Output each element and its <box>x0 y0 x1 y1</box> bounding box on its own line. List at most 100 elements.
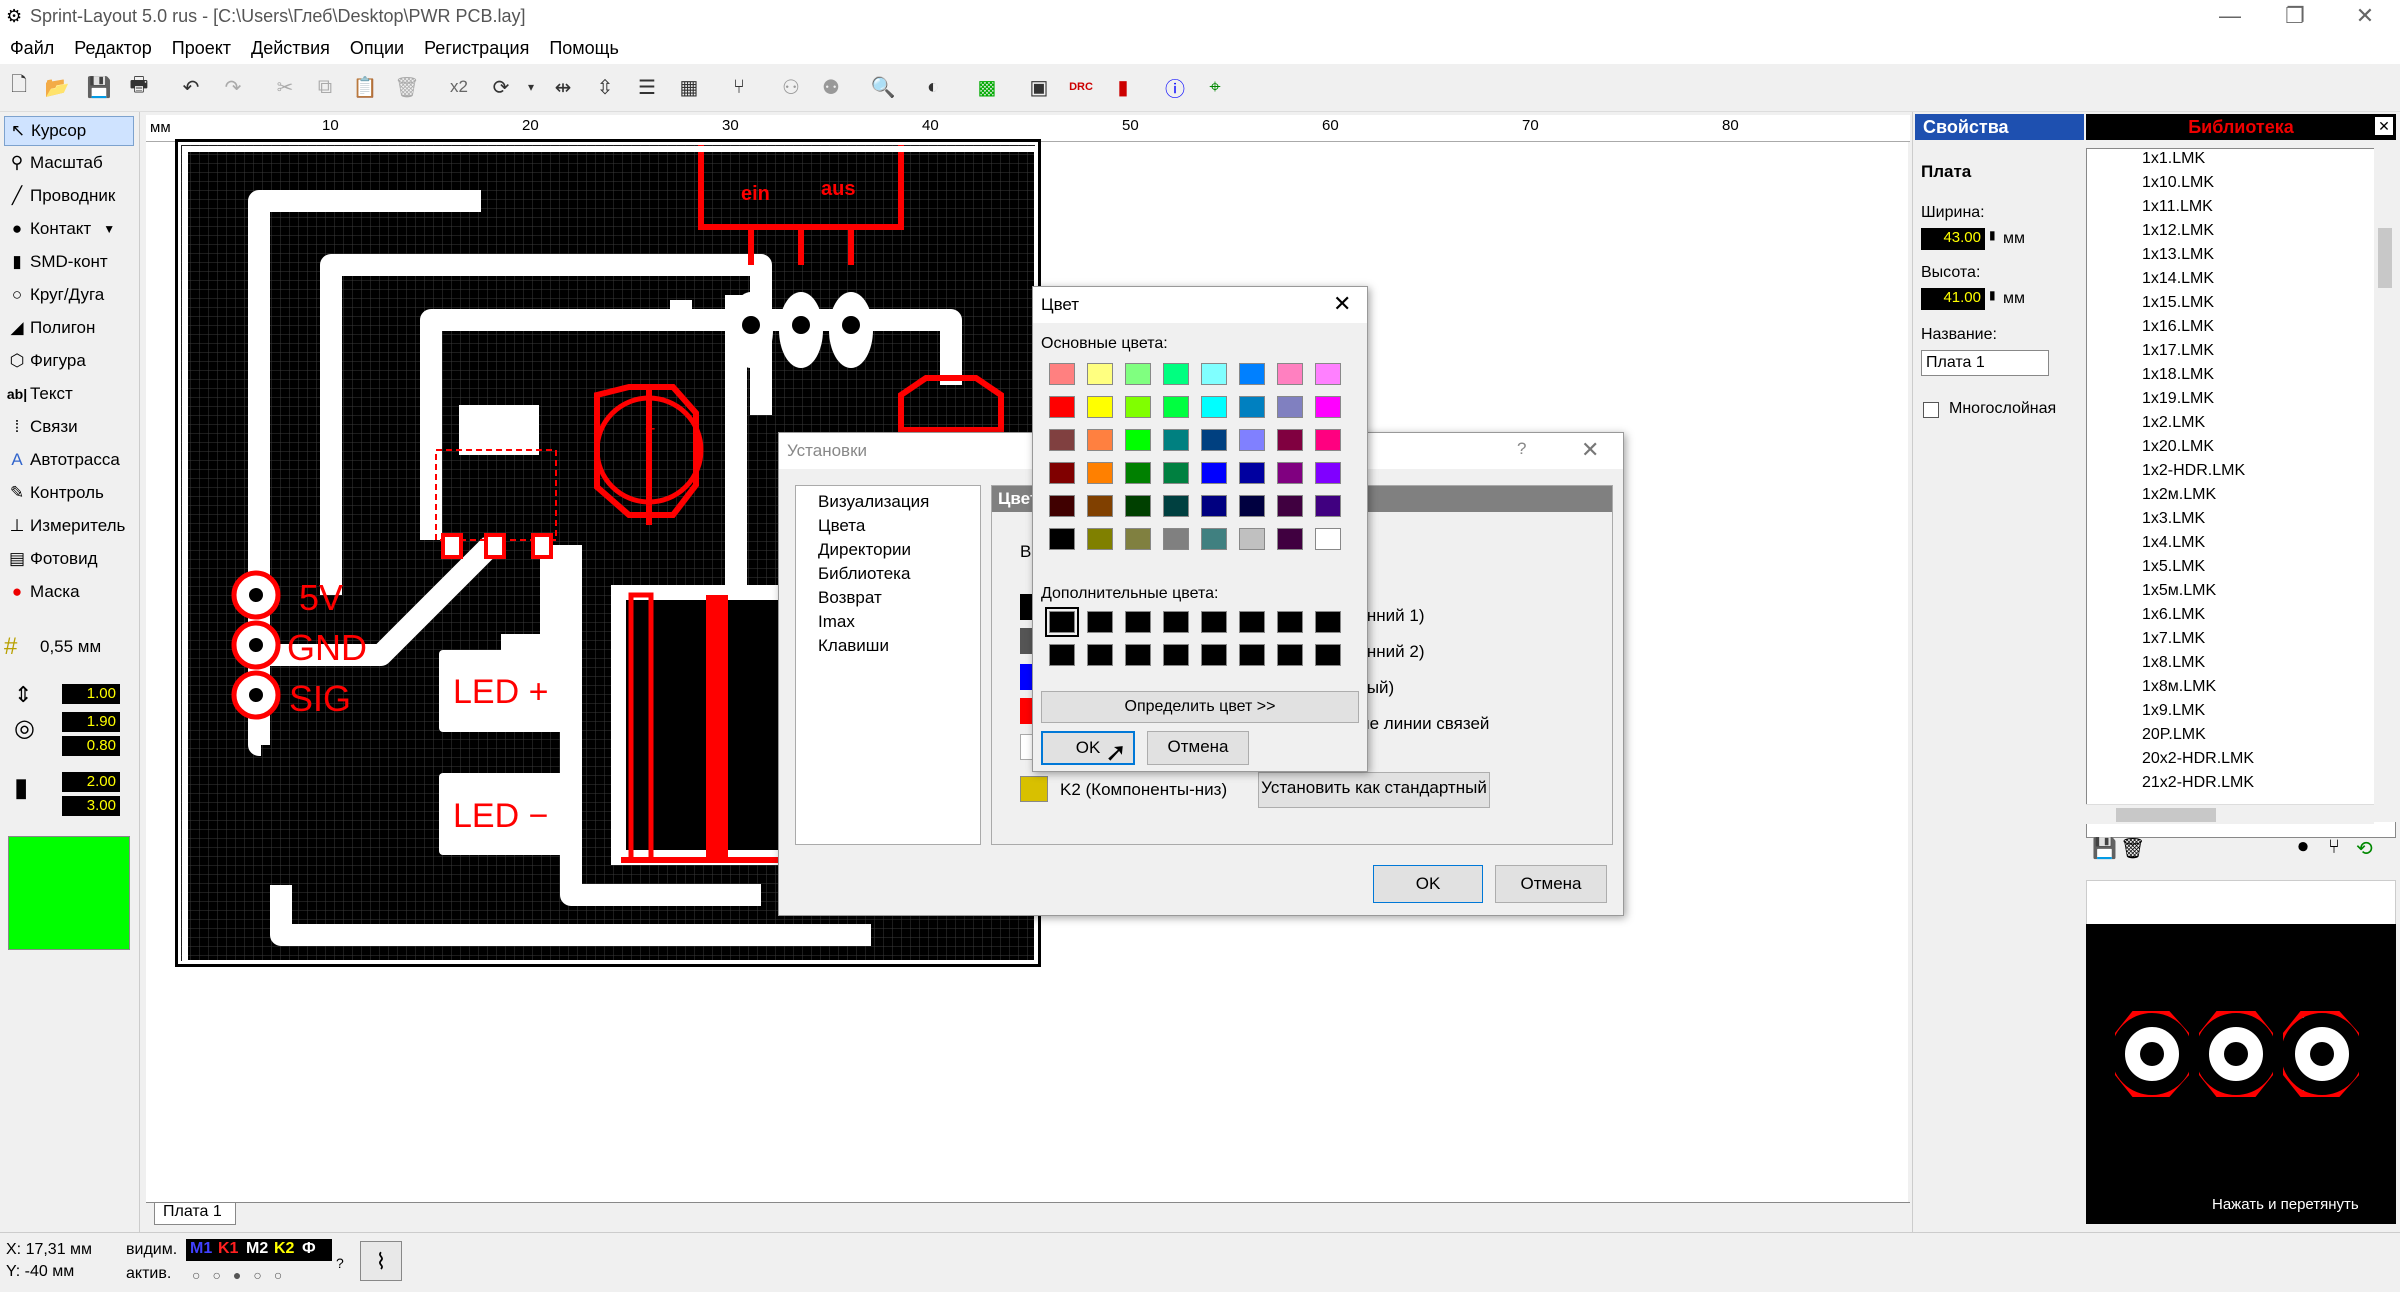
tool-smd[interactable]: ▮ SMD-конт <box>4 247 134 277</box>
basic-color-swatch[interactable] <box>1087 429 1113 451</box>
library-item[interactable]: 1x9.LMK <box>2142 702 2205 720</box>
menu-edit[interactable]: Редактор <box>64 34 161 59</box>
custom-color-swatch[interactable] <box>1087 611 1113 633</box>
library-item[interactable]: 1x10.LMK <box>2142 174 2214 192</box>
tree-directories[interactable]: Директории <box>818 540 911 560</box>
library-item[interactable]: 1x8м.LMK <box>2142 678 2216 696</box>
menu-registration[interactable]: Регистрация <box>414 34 539 59</box>
basic-color-swatch[interactable] <box>1125 363 1151 385</box>
group-icon[interactable]: ⚇ <box>776 72 806 102</box>
settings-cancel-button[interactable]: Отмена <box>1495 865 1607 903</box>
basic-color-swatch[interactable] <box>1315 528 1341 550</box>
define-custom-color-button[interactable]: Определить цвет >> <box>1041 691 1359 723</box>
custom-color-swatch[interactable] <box>1277 644 1303 666</box>
rotate-icon[interactable]: ⟳ <box>486 72 516 102</box>
basic-color-swatch[interactable] <box>1163 429 1189 451</box>
tool-polygon[interactable]: ◢ Полигон <box>4 313 134 343</box>
smd-width-field[interactable]: 2.00 <box>62 772 120 792</box>
close-icon[interactable]: ✕ <box>1333 291 1351 317</box>
component-icon[interactable]: ⑂ <box>2328 836 2340 859</box>
menu-help[interactable]: Помощь <box>539 34 629 59</box>
library-hscrollbar[interactable] <box>2086 804 2374 824</box>
library-item[interactable]: 1x16.LMK <box>2142 318 2214 336</box>
tool-connections[interactable]: ⁞ Связи <box>4 412 134 442</box>
record-icon[interactable]: ⏺ <box>2298 836 2308 859</box>
basic-color-swatch[interactable] <box>1163 363 1189 385</box>
custom-color-swatch[interactable] <box>1125 611 1151 633</box>
sheet-tab[interactable]: Плата 1 <box>154 1203 236 1225</box>
info-icon[interactable]: ⓘ <box>1160 72 1190 102</box>
basic-color-swatch[interactable] <box>1087 528 1113 550</box>
basic-color-swatch[interactable] <box>1277 429 1303 451</box>
basic-color-swatch[interactable] <box>1201 429 1227 451</box>
rotate-dropdown-icon[interactable]: ▾ <box>516 72 546 102</box>
basic-color-swatch[interactable] <box>1125 462 1151 484</box>
k2-color-swatch[interactable] <box>1020 776 1048 802</box>
chevron-down-icon[interactable]: ▼ <box>103 222 115 236</box>
basic-color-swatch[interactable] <box>1315 396 1341 418</box>
library-item[interactable]: 1x7.LMK <box>2142 630 2205 648</box>
layer-visibility-bar[interactable]: M1 K1 M2 K2 Ф <box>186 1239 332 1261</box>
print-icon[interactable]: 🖶 <box>124 72 154 102</box>
layer-view-icon[interactable]: ▩ <box>972 72 1002 102</box>
basic-color-swatch[interactable] <box>1201 462 1227 484</box>
tree-visualization[interactable]: Визуализация <box>818 492 929 512</box>
layer-toggle[interactable]: K2 <box>274 1240 294 1258</box>
settings-ok-button[interactable]: OK <box>1373 865 1483 903</box>
route-mode-icon[interactable]: ⌇ <box>360 1241 402 1281</box>
tool-check[interactable]: ✎ Контроль <box>4 478 134 508</box>
library-item[interactable]: 20P.LMK <box>2142 726 2206 744</box>
custom-color-swatch[interactable] <box>1239 611 1265 633</box>
library-item[interactable]: 1x13.LMK <box>2142 246 2214 264</box>
tool-photoview[interactable]: ▤ Фотовид <box>4 544 134 574</box>
tool-autoroute[interactable]: A Автотрасса <box>4 445 134 475</box>
delete-icon[interactable]: 🗑 <box>2120 836 2145 861</box>
origin-icon[interactable]: ⌖ <box>1200 72 1230 102</box>
tool-track[interactable]: ╱ Проводник <box>4 181 134 211</box>
basic-color-swatch[interactable] <box>1163 396 1189 418</box>
library-item[interactable]: 1x4.LMK <box>2142 534 2205 552</box>
distribute-icon[interactable]: ▦ <box>674 72 704 102</box>
library-item[interactable]: 1x19.LMK <box>2142 390 2214 408</box>
transparency-icon[interactable]: ◐ <box>918 72 948 102</box>
copy-icon[interactable]: ⧉ <box>310 72 340 102</box>
basic-color-swatch[interactable] <box>1125 495 1151 517</box>
basic-color-swatch[interactable] <box>1049 429 1075 451</box>
color-cancel-button[interactable]: Отмена <box>1147 731 1249 765</box>
layer-toggle[interactable]: K1 <box>218 1240 238 1258</box>
basic-color-swatch[interactable] <box>1049 495 1075 517</box>
library-item[interactable]: 1x2м.LMK <box>2142 486 2216 504</box>
board-height-field[interactable]: 41.00 <box>1921 288 1985 310</box>
drc-icon[interactable]: DRC <box>1066 72 1096 102</box>
custom-color-swatch[interactable] <box>1045 607 1079 637</box>
ungroup-icon[interactable]: ⚉ <box>816 72 846 102</box>
library-item[interactable]: 1x11.LMK <box>2142 198 2213 216</box>
basic-color-swatch[interactable] <box>1315 462 1341 484</box>
custom-color-swatch[interactable] <box>1163 611 1189 633</box>
basic-color-swatch[interactable] <box>1087 495 1113 517</box>
custom-color-swatch[interactable] <box>1239 644 1265 666</box>
basic-color-swatch[interactable] <box>1087 396 1113 418</box>
macro-icon[interactable]: ▮ <box>1108 72 1138 102</box>
pad-outer-field[interactable]: 1.90 <box>62 712 120 732</box>
basic-color-swatch[interactable] <box>1239 429 1265 451</box>
layer-toggle[interactable]: M2 <box>246 1240 268 1258</box>
smd-height-field[interactable]: 3.00 <box>62 796 120 816</box>
minimize-icon[interactable]: — <box>2195 0 2265 34</box>
library-item[interactable]: 1x12.LMK <box>2142 222 2214 240</box>
library-item[interactable]: 1x6.LMK <box>2142 606 2205 624</box>
custom-color-swatch[interactable] <box>1315 644 1341 666</box>
menu-options[interactable]: Опции <box>340 34 414 59</box>
custom-color-swatch[interactable] <box>1163 644 1189 666</box>
library-item[interactable]: 1x5м.LMK <box>2142 582 2216 600</box>
library-item[interactable]: 1x8.LMK <box>2142 654 2205 672</box>
menu-project[interactable]: Проект <box>162 34 241 59</box>
pad-inner-field[interactable]: 0.80 <box>62 736 120 756</box>
maximize-icon[interactable]: ❐ <box>2260 0 2330 34</box>
basic-color-swatch[interactable] <box>1087 363 1113 385</box>
close-icon[interactable]: ✕ <box>2330 0 2400 34</box>
grid-icon[interactable]: ▣ <box>1024 72 1054 102</box>
basic-color-swatch[interactable] <box>1087 462 1113 484</box>
library-item[interactable]: 1x15.LMK <box>2142 294 2214 312</box>
basic-color-swatch[interactable] <box>1239 396 1265 418</box>
